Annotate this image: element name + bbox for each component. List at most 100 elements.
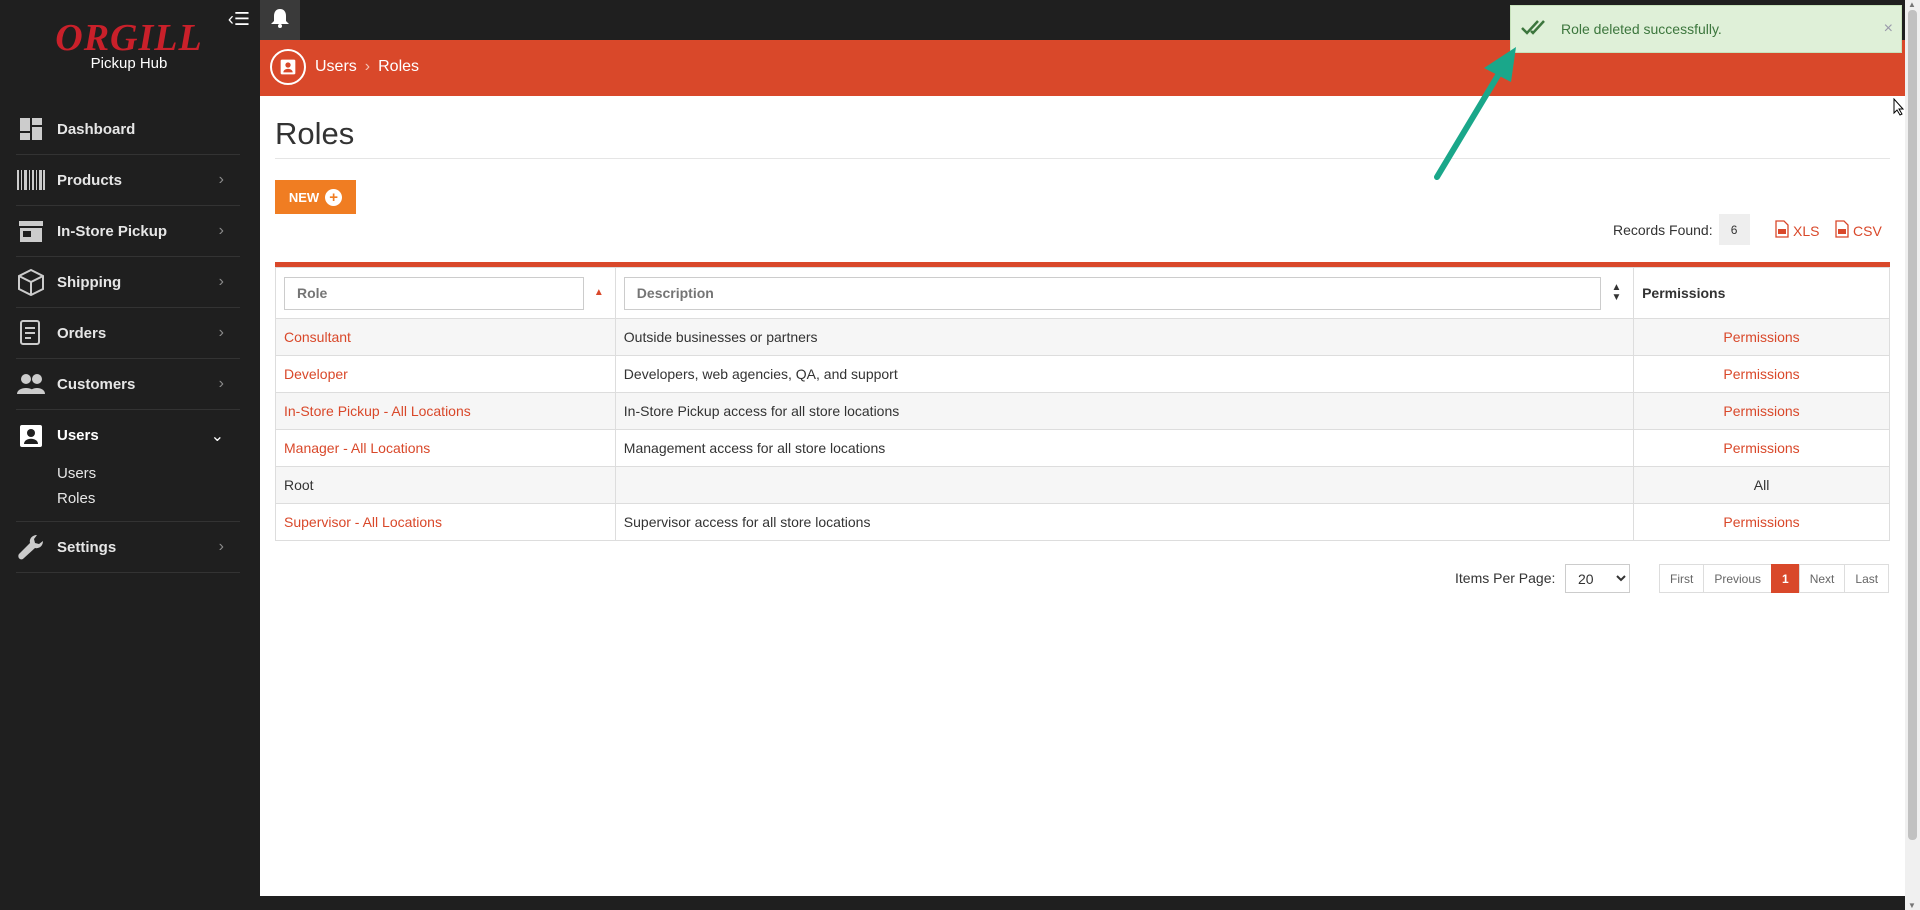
export-xls-button[interactable]: XLS xyxy=(1775,220,1819,241)
permissions-text: All xyxy=(1633,466,1890,504)
last-page-button[interactable]: Last xyxy=(1844,564,1890,593)
permissions-link[interactable]: Permissions xyxy=(1723,403,1799,419)
role-column-header: ▲ xyxy=(275,267,616,319)
sidebar-item-dashboard[interactable]: Dashboard xyxy=(16,104,240,155)
new-role-button[interactable]: NEW + xyxy=(275,180,356,214)
breadcrumb-users-link[interactable]: Users xyxy=(315,58,357,76)
csv-label: CSV xyxy=(1853,222,1882,239)
table-row: Supervisor - All Locations Supervisor ac… xyxy=(275,503,1890,541)
logo[interactable]: ORGILL Pickup Hub xyxy=(0,18,258,72)
roles-table: ▲ ▲▼ Permissions Consultant Outside b xyxy=(275,262,1890,541)
role-description xyxy=(614,466,1635,504)
breadcrumb-current: Roles xyxy=(378,58,420,75)
divider xyxy=(275,158,1890,159)
permissions-link[interactable]: Permissions xyxy=(1723,329,1799,345)
customers-icon xyxy=(16,369,46,399)
sidebar-item-label: Customers xyxy=(57,375,136,393)
description-filter-input[interactable] xyxy=(623,276,1602,310)
permissions-link[interactable]: Permissions xyxy=(1723,440,1799,456)
table-row: In-Store Pickup - All Locations In-Store… xyxy=(275,392,1890,430)
role-link[interactable]: Developer xyxy=(284,366,348,382)
sidebar-item-label: Shipping xyxy=(57,273,122,291)
pagination: First Previous 1 Next Last xyxy=(1659,564,1890,593)
barcode-icon xyxy=(16,165,46,195)
next-page-button[interactable]: Next xyxy=(1798,564,1846,593)
permissions-link[interactable]: Permissions xyxy=(1723,366,1799,382)
sidebar-item-products[interactable]: Products › xyxy=(16,155,240,206)
chevron-right-icon: › xyxy=(218,273,224,290)
success-toast: Role deleted successfully. × xyxy=(1510,5,1902,53)
sort-icon[interactable]: ▲ ▼ xyxy=(1611,283,1625,303)
toast-message: Role deleted successfully. xyxy=(1561,21,1722,37)
table-row: Root All xyxy=(275,466,1890,504)
user-badge-icon xyxy=(270,49,306,85)
subnav-item-roles[interactable]: Roles xyxy=(57,486,240,511)
role-link[interactable]: In-Store Pickup - All Locations xyxy=(284,403,471,419)
chevron-right-icon: › xyxy=(218,538,224,555)
sort-asc-icon[interactable]: ▲ xyxy=(594,288,607,298)
sidebar-item-users[interactable]: Users ⌄ xyxy=(16,410,240,461)
records-label: Records Found: xyxy=(1613,221,1713,238)
records-found: Records Found: 6 xyxy=(1613,214,1750,245)
chevron-right-icon: › xyxy=(218,375,224,392)
wrench-icon xyxy=(16,532,46,562)
dashboard-icon xyxy=(16,114,46,144)
table-row: Manager - All Locations Management acces… xyxy=(275,429,1890,467)
logo-subtitle: Pickup Hub xyxy=(90,55,168,72)
chevron-right-icon: › xyxy=(218,171,224,188)
user-badge-icon xyxy=(16,421,46,451)
sidebar-item-label: In-Store Pickup xyxy=(57,222,168,240)
page-1-button[interactable]: 1 xyxy=(1771,564,1800,593)
role-description: Outside businesses or partners xyxy=(614,318,1635,356)
role-description: Supervisor access for all store location… xyxy=(614,503,1635,541)
sidebar-item-settings[interactable]: Settings › xyxy=(16,522,240,573)
chevron-down-icon: ⌄ xyxy=(210,428,224,445)
double-check-icon xyxy=(1521,19,1553,40)
new-button-label: NEW xyxy=(288,189,320,205)
role-description: Developers, web agencies, QA, and suppor… xyxy=(614,355,1635,393)
scroll-up-icon[interactable]: ▲ xyxy=(1908,0,1916,9)
mouse-cursor-icon xyxy=(1893,98,1905,116)
store-icon xyxy=(16,216,46,246)
items-per-page-select[interactable]: 20 xyxy=(1565,564,1630,593)
logo-brand: ORGILL xyxy=(55,17,203,59)
role-description: Management access for all store location… xyxy=(614,429,1635,467)
collapse-menu-icon: ‹☰ xyxy=(227,9,251,29)
export-csv-button[interactable]: CSV xyxy=(1835,220,1882,241)
close-icon[interactable]: × xyxy=(1884,20,1893,38)
table-row: Consultant Outside businesses or partner… xyxy=(275,318,1890,356)
sidebar-item-customers[interactable]: Customers › xyxy=(16,359,240,410)
sidebar-item-shipping[interactable]: Shipping › xyxy=(16,257,240,308)
role-link[interactable]: Manager - All Locations xyxy=(284,440,430,456)
sidebar-item-orders[interactable]: Orders › xyxy=(16,308,240,359)
sidebar-item-label: Settings xyxy=(57,538,117,556)
role-link[interactable]: Consultant xyxy=(284,329,351,345)
scrollbar[interactable]: ▲ ▼ xyxy=(1905,0,1920,910)
sidebar-toggle-button[interactable]: ‹☰ xyxy=(222,8,256,30)
permissions-link[interactable]: Permissions xyxy=(1723,514,1799,530)
bell-icon xyxy=(269,7,291,34)
sidebar: ORGILL Pickup Hub ‹☰ Dashboard Products … xyxy=(0,0,260,910)
role-name: Root xyxy=(275,466,616,504)
chevron-right-icon: › xyxy=(364,58,371,75)
role-link[interactable]: Supervisor - All Locations xyxy=(284,514,442,530)
permissions-column-header: Permissions xyxy=(1633,267,1890,319)
notifications-button[interactable] xyxy=(260,0,300,40)
sidebar-item-in-store-pickup[interactable]: In-Store Pickup › xyxy=(16,206,240,257)
role-description: In-Store Pickup access for all store loc… xyxy=(614,392,1635,430)
records-count: 6 xyxy=(1718,214,1750,245)
box-icon xyxy=(16,267,46,297)
sidebar-item-label: Users xyxy=(57,427,99,444)
chevron-right-icon: › xyxy=(218,222,224,239)
scroll-down-icon[interactable]: ▼ xyxy=(1908,901,1916,910)
previous-page-button[interactable]: Previous xyxy=(1703,564,1773,593)
chevron-right-icon: › xyxy=(218,324,224,341)
breadcrumb: Users › Roles xyxy=(315,58,419,76)
subnav-item-users[interactable]: Users xyxy=(57,461,240,486)
page-title: Roles xyxy=(275,116,355,151)
role-filter-input[interactable] xyxy=(284,276,584,310)
scrollbar-thumb[interactable] xyxy=(1908,10,1917,840)
plus-circle-icon: + xyxy=(325,188,343,206)
first-page-button[interactable]: First xyxy=(1659,564,1705,593)
description-column-header: ▲▼ xyxy=(614,267,1635,319)
